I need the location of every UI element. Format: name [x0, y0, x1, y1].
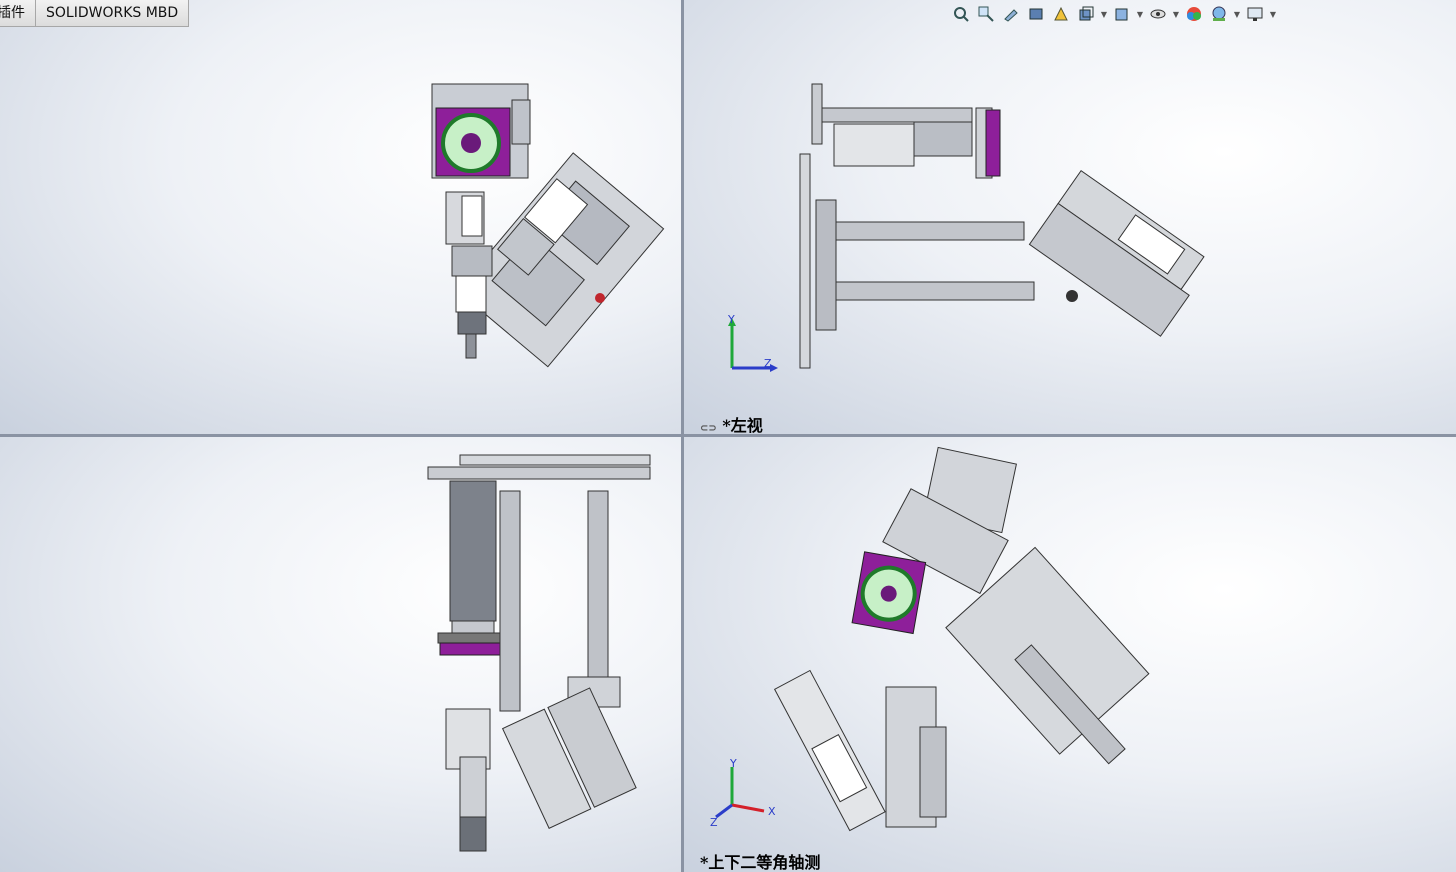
axis-z-label: Z — [764, 357, 772, 370]
axis-x-label: X — [768, 805, 776, 818]
viewport-front[interactable] — [0, 0, 681, 434]
motor-block — [449, 480, 497, 622]
viewport-splitter-horizontal[interactable] — [0, 434, 1456, 437]
guide-rod-lower — [833, 281, 1035, 301]
viewport-trimetric[interactable]: Y X Z *上下二等角轴测 — [684, 437, 1456, 872]
top-view-model — [427, 454, 651, 852]
fan-hub — [461, 133, 481, 153]
fan-disk-top — [439, 642, 507, 656]
rod-right — [587, 490, 609, 682]
fan-disk — [985, 109, 1001, 177]
front-view-model — [431, 83, 665, 368]
viewport-top[interactable] — [0, 437, 681, 872]
view-label-trimetric: *上下二等角轴测 — [700, 853, 821, 872]
rod-left — [499, 490, 521, 712]
link-icon: ⊂⊃ — [700, 423, 717, 434]
top-plate — [427, 466, 651, 480]
tab-addins[interactable]: 插件 — [0, 0, 36, 27]
trimetric-view-model — [773, 446, 1150, 832]
axis-y-label: Y — [728, 313, 735, 326]
view-label-left: ⊂⊃ *左视 — [700, 416, 763, 434]
axis-y-label: Y — [730, 757, 737, 770]
guide-rod-upper — [833, 221, 1025, 241]
axis-z-label: Z — [710, 816, 718, 829]
axis-triad-iso — [715, 767, 765, 819]
viewport-left[interactable]: ▼ ▼ ▼ ▼ ▼ Y Z ⊂⊃ *左视 — [684, 0, 1456, 434]
base-plate — [799, 153, 811, 369]
tab-solidworks-mbd[interactable]: SOLIDWORKS MBD — [36, 0, 190, 27]
left-view-model — [799, 83, 1205, 369]
motor-body — [833, 123, 915, 167]
feature-tabs: 插件 SOLIDWORKS MBD — [0, 0, 190, 27]
